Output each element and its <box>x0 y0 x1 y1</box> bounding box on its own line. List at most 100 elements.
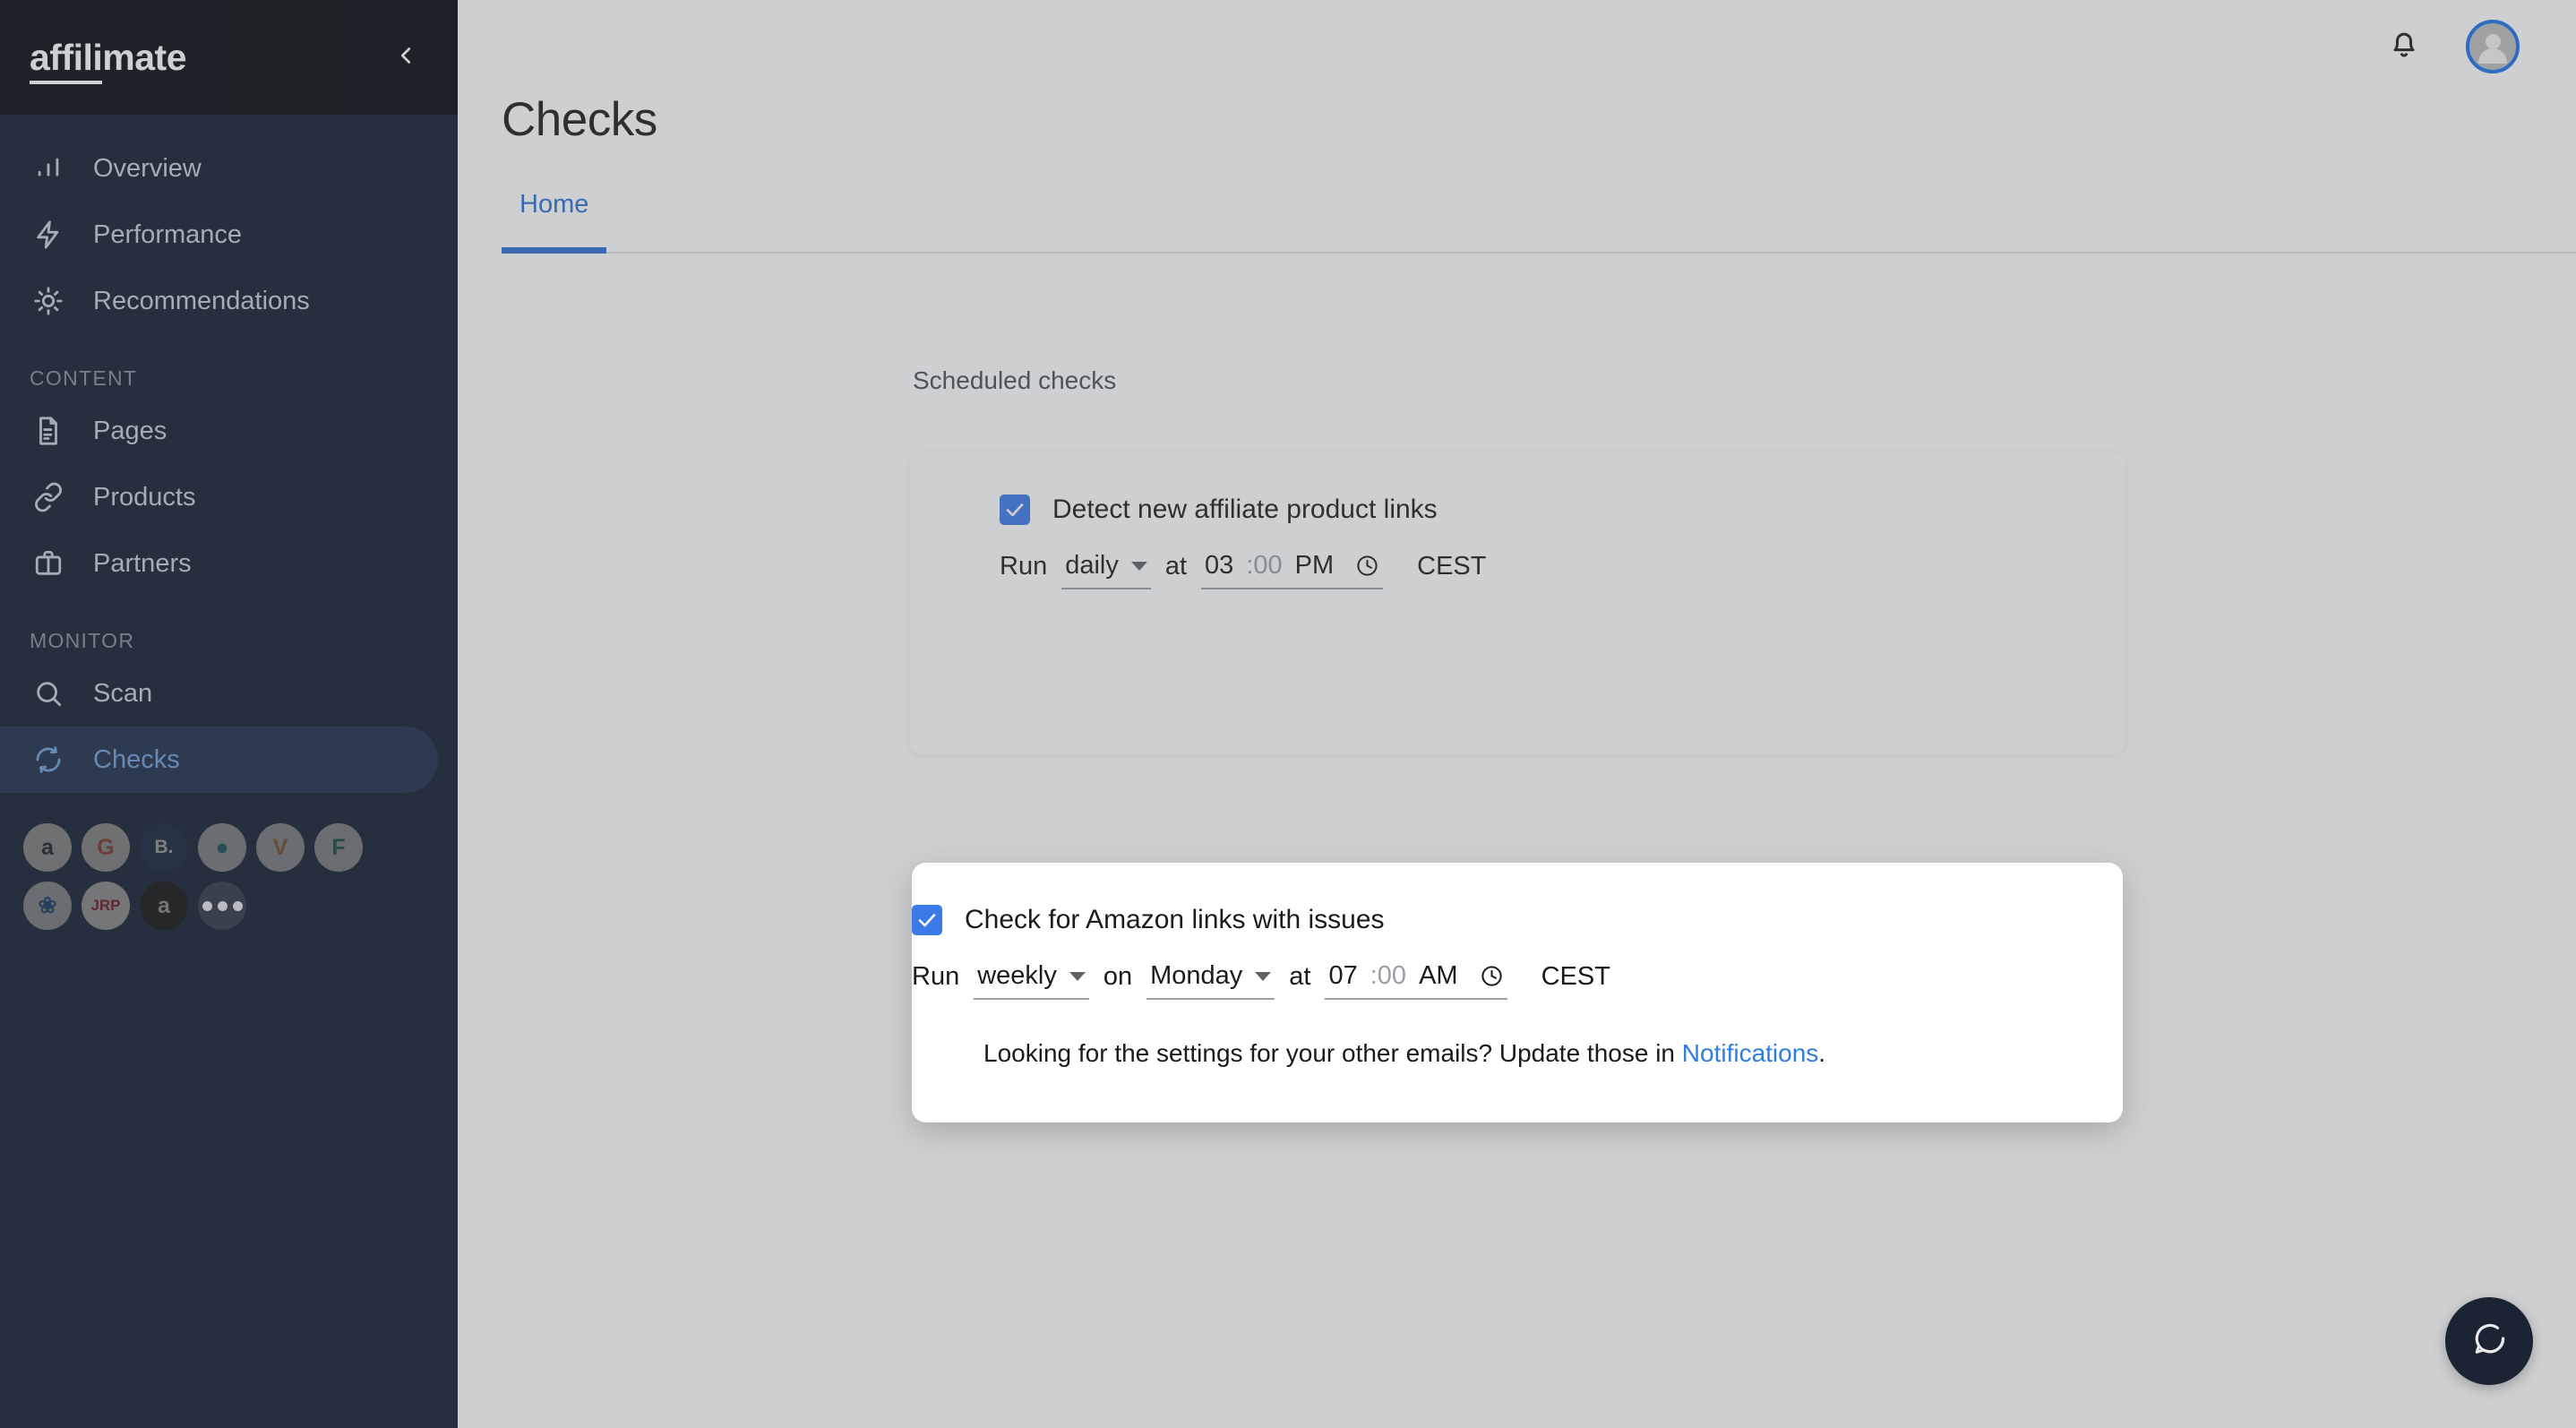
day-select[interactable]: Monday <box>1146 961 1275 1000</box>
sidebar-item-products[interactable]: Products <box>0 464 438 530</box>
sidebar-item-label: Overview <box>93 153 202 183</box>
time-meridiem: PM <box>1294 551 1335 580</box>
bell-icon <box>2386 26 2422 66</box>
chevron-down-icon <box>1069 971 1086 981</box>
partner-avatar-glyph: B. <box>154 837 174 857</box>
tab-bar: Home <box>502 183 2576 254</box>
main-content: Checks Home Scheduled checks Detect new … <box>458 0 2576 1428</box>
check-enable-checkbox[interactable] <box>912 905 942 935</box>
partner-avatar[interactable]: F <box>314 823 363 872</box>
sidebar-item-recommendations[interactable]: Recommendations <box>0 268 438 334</box>
time-input[interactable]: 03 :00 PM <box>1201 551 1384 589</box>
partner-avatar-glyph: F <box>331 834 346 860</box>
link-icon <box>30 478 67 516</box>
sidebar-item-label: Partners <box>93 548 192 578</box>
at-label: at <box>1289 962 1311 991</box>
frequency-value: weekly <box>977 961 1057 990</box>
partner-avatar[interactable]: B. <box>140 823 188 872</box>
brand-logo[interactable]: affilimate <box>30 36 187 84</box>
check-enable-checkbox[interactable] <box>1000 495 1030 525</box>
sidebar: affilimate Overview Performance Recommen… <box>0 0 458 1428</box>
clock-icon[interactable] <box>1355 554 1379 578</box>
sidebar-item-pages[interactable]: Pages <box>0 398 438 464</box>
sidebar-item-label: Scan <box>93 678 153 708</box>
check-row: Check for Amazon links with issues Run w… <box>912 863 2123 1000</box>
check-header: Detect new affiliate product links <box>1000 495 2125 525</box>
timezone-label: CEST <box>1541 962 1610 991</box>
chevron-down-icon <box>1130 561 1147 571</box>
sidebar-section-title-content: CONTENT <box>30 366 138 390</box>
document-icon <box>30 412 67 450</box>
bar-chart-icon <box>30 150 67 187</box>
magnifier-icon <box>30 675 67 712</box>
dot <box>232 900 243 911</box>
sidebar-nav: Overview Performance Recommendations CON… <box>0 115 458 930</box>
tab-active-indicator <box>502 247 607 254</box>
tab-home[interactable]: Home <box>502 183 607 254</box>
run-label: Run <box>912 962 960 991</box>
partner-avatar-glyph: a <box>41 834 54 860</box>
amazon-check-spotlight-card: Check for Amazon links with issues Run w… <box>912 863 2123 1123</box>
partner-avatar[interactable]: a <box>140 882 188 930</box>
check-header: Check for Amazon links with issues <box>912 905 2123 935</box>
notifications-bell-button[interactable] <box>2382 24 2426 69</box>
partner-avatar[interactable]: ● <box>198 823 246 872</box>
page-title: Checks <box>502 93 657 146</box>
partner-avatar[interactable]: V <box>256 823 305 872</box>
check-title: Detect new affiliate product links <box>1052 495 1438 524</box>
sidebar-item-overview[interactable]: Overview <box>0 135 438 202</box>
check-schedule: Run weekly on Monday at 07:00 AM CEST <box>912 961 2123 1000</box>
partner-avatar-glyph: V <box>272 834 288 860</box>
frequency-select[interactable]: weekly <box>974 961 1089 1000</box>
sidebar-item-label: Checks <box>93 744 180 774</box>
frequency-select[interactable]: daily <box>1061 551 1151 589</box>
partner-avatar-more-button[interactable] <box>198 882 246 930</box>
sidebar-item-label: Performance <box>93 219 243 249</box>
partner-avatar-glyph: ● <box>215 834 229 860</box>
sidebar-collapse-button[interactable] <box>386 38 425 77</box>
refresh-sync-icon <box>30 741 67 779</box>
chat-bubble-icon <box>2469 1320 2509 1363</box>
partner-avatar-glyph: JRP <box>90 897 121 914</box>
sidebar-section-title-monitor: MONITOR <box>30 629 135 652</box>
section-label-scheduled-checks: Scheduled checks <box>913 366 1117 394</box>
sidebar-item-partners[interactable]: Partners <box>0 530 438 597</box>
lightning-bolt-icon <box>30 216 67 254</box>
partner-avatar[interactable]: ❀ <box>23 882 72 930</box>
sidebar-item-scan[interactable]: Scan <box>0 660 438 727</box>
brand-logo-bold: affili <box>30 36 103 84</box>
chevron-left-icon <box>392 42 419 73</box>
clock-icon[interactable] <box>1480 964 1504 988</box>
user-avatar-button[interactable] <box>2466 19 2520 73</box>
app-root: affilimate Overview Performance Recommen… <box>0 0 2576 1428</box>
dot <box>202 900 212 911</box>
avatar-head <box>2485 33 2501 49</box>
sidebar-item-label: Pages <box>93 416 167 445</box>
time-input[interactable]: 07:00 AM <box>1325 961 1507 1000</box>
brand-logo-rest: mate <box>102 36 187 78</box>
partner-avatar[interactable]: G <box>82 823 130 872</box>
footnote: Looking for the settings for your other … <box>912 1039 2123 1068</box>
sidebar-item-checks[interactable]: Checks <box>0 727 438 793</box>
time-hour: 03 <box>1205 551 1234 580</box>
partner-avatar-glyph: ❀ <box>38 893 57 918</box>
day-value: Monday <box>1150 961 1243 990</box>
avatar-body <box>2478 47 2507 64</box>
partner-avatar[interactable]: a <box>23 823 72 872</box>
sidebar-item-performance[interactable]: Performance <box>0 202 438 268</box>
timezone-label: CEST <box>1417 552 1487 581</box>
partner-avatar[interactable]: JRP <box>82 882 130 930</box>
at-label: at <box>1164 552 1188 581</box>
sidebar-item-label: Products <box>93 482 196 512</box>
tab-label: Home <box>519 190 589 219</box>
topbar <box>458 0 2576 92</box>
run-label: Run <box>1000 552 1048 581</box>
notifications-link[interactable]: Notifications <box>1682 1039 1819 1067</box>
partner-avatar-glyph: a <box>158 892 170 918</box>
chevron-down-icon <box>1255 971 1272 981</box>
help-chat-button[interactable] <box>2445 1297 2533 1385</box>
footnote-text-before: Looking for the settings for your other … <box>983 1039 1682 1067</box>
sidebar-item-label: Recommendations <box>93 286 310 315</box>
time-minute: :00 <box>1246 551 1283 580</box>
on-label: on <box>1103 962 1133 991</box>
